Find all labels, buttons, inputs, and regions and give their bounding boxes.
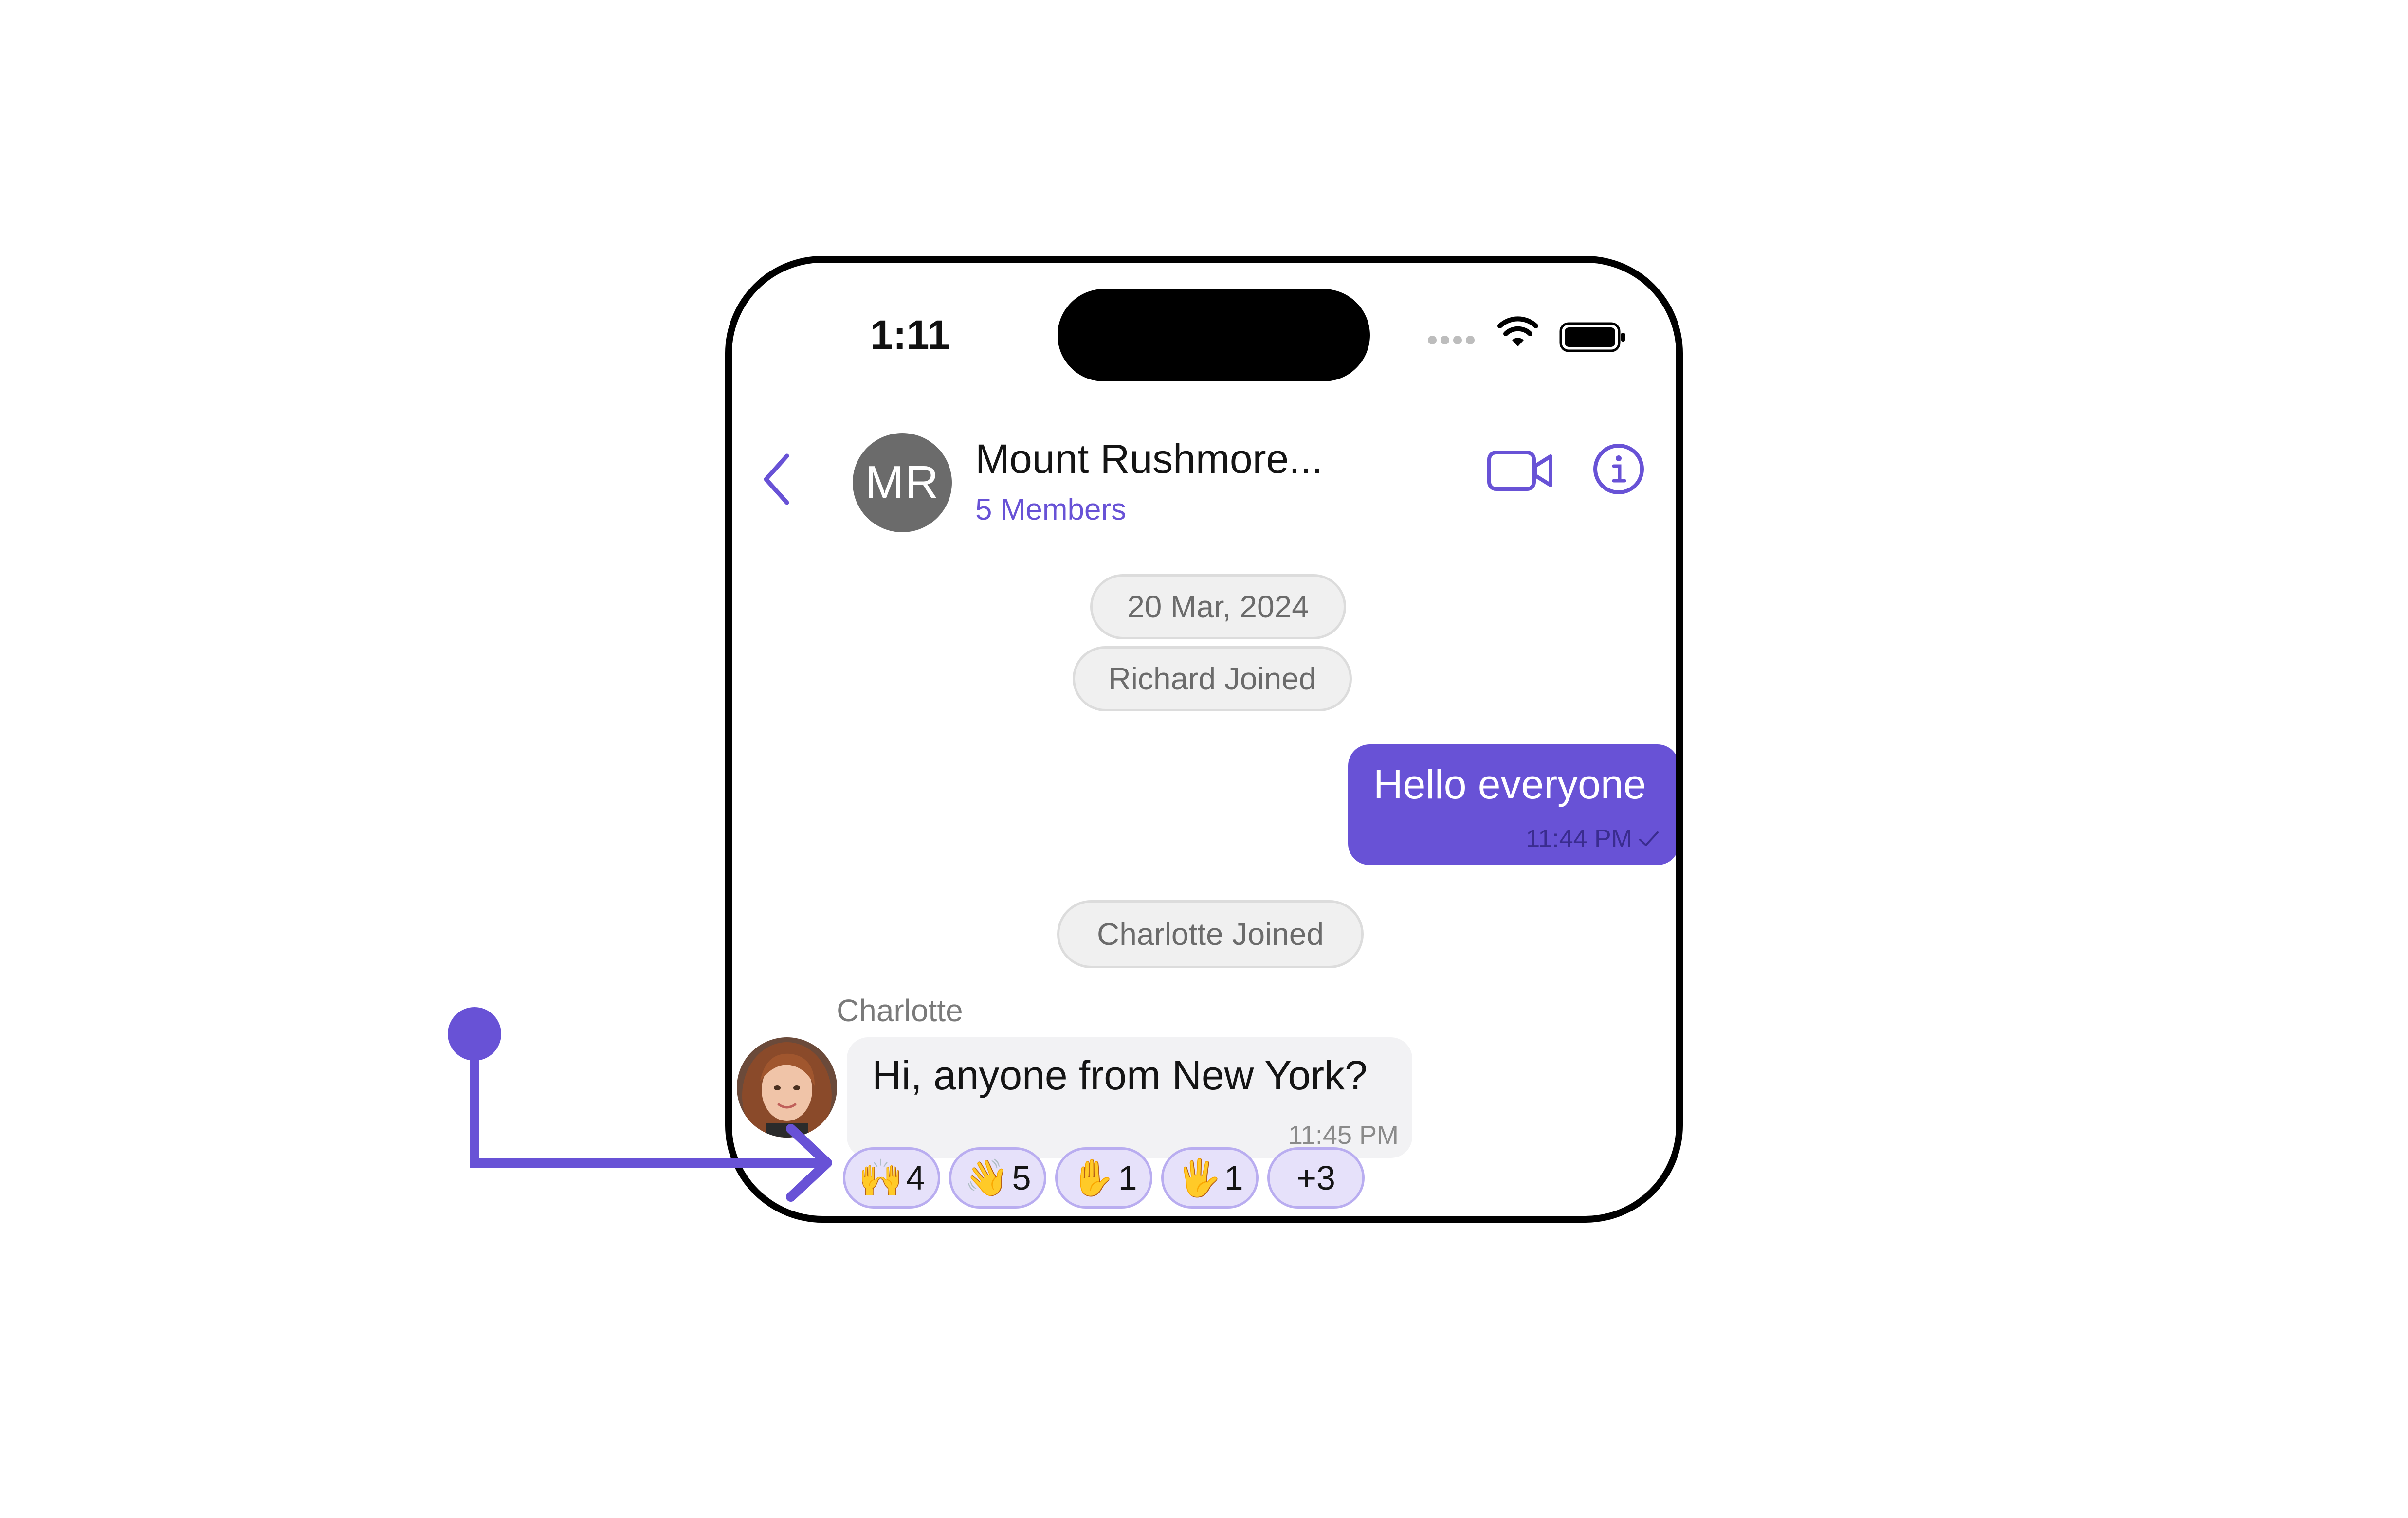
back-chevron-icon[interactable]: [760, 450, 794, 508]
date-separator: 20 Mar, 2024: [1090, 574, 1346, 639]
video-call-icon[interactable]: [1486, 448, 1554, 494]
reaction-count: 4: [906, 1159, 925, 1197]
reaction-list: 🙌 4 👋 5 ✋ 1 🖐 1 +3: [843, 1147, 1365, 1209]
reaction-chip[interactable]: 👋 5: [949, 1147, 1046, 1209]
wifi-icon: [1497, 316, 1538, 346]
read-tick-icon: [1639, 831, 1659, 846]
message-meta: 11:44 PM: [1526, 824, 1660, 853]
reaction-chip[interactable]: ✋ 1: [1055, 1147, 1152, 1209]
member-count: 5 Members: [975, 493, 1127, 526]
reaction-count: 5: [1012, 1159, 1031, 1197]
battery-icon: [1559, 322, 1625, 352]
reaction-count: 1: [1118, 1159, 1137, 1197]
sender-name: Charlotte: [837, 993, 963, 1028]
outgoing-message-bubble[interactable]: Hello everyone 11:44 PM: [1348, 744, 1676, 865]
dynamic-island: [1058, 289, 1370, 381]
reaction-emoji: ✋: [1070, 1157, 1115, 1199]
message-text: Hi, anyone from New York?: [872, 1052, 1368, 1098]
system-message: Richard Joined: [1073, 646, 1352, 711]
sender-avatar[interactable]: [737, 1037, 837, 1138]
reaction-chip[interactable]: 🖐 1: [1161, 1147, 1259, 1209]
reaction-emoji: 🙌: [858, 1157, 903, 1199]
phone-frame: 1:11 MR Mount Rushmore... 5 Members 20 M…: [725, 256, 1683, 1223]
status-time: 1:11: [870, 312, 950, 358]
reaction-emoji: 👋: [964, 1157, 1009, 1199]
reaction-chip[interactable]: 🙌 4: [843, 1147, 940, 1209]
more-reactions-button[interactable]: +3: [1267, 1147, 1365, 1209]
reaction-emoji: 🖐: [1176, 1157, 1222, 1199]
system-message: Charlotte Joined: [1057, 900, 1364, 968]
message-text: Hello everyone: [1373, 761, 1646, 807]
info-icon[interactable]: [1592, 443, 1645, 495]
group-avatar[interactable]: MR: [853, 433, 952, 532]
message-time: 11:44 PM: [1526, 825, 1632, 853]
message-time: 11:45 PM: [1288, 1120, 1399, 1150]
reaction-count: 1: [1224, 1159, 1243, 1197]
incoming-message-bubble[interactable]: Hi, anyone from New York? 11:45 PM: [847, 1037, 1412, 1158]
cellular-signal-icon: [1428, 336, 1475, 344]
group-name[interactable]: Mount Rushmore...: [975, 435, 1323, 483]
